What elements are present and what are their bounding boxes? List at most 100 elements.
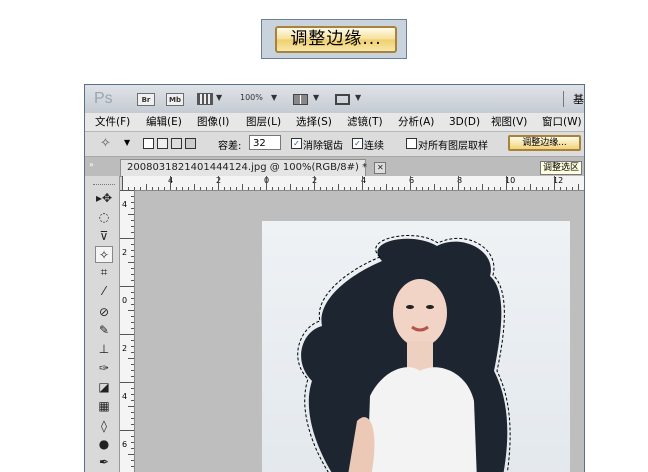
ruler-tick bbox=[254, 187, 255, 190]
magic-wand-preset-icon[interactable]: ✧ bbox=[100, 136, 111, 151]
chevron-down-icon[interactable]: ▼ bbox=[124, 138, 130, 147]
history-brush-tool-icon[interactable]: ✑ bbox=[95, 360, 113, 377]
workspace-label[interactable]: 基 bbox=[573, 91, 584, 107]
extras-icon[interactable] bbox=[197, 93, 213, 105]
pen-tool-icon[interactable]: ✒ bbox=[95, 454, 113, 471]
chevron-down-icon[interactable]: ▼ bbox=[271, 93, 277, 102]
screen-mode-icon[interactable] bbox=[335, 94, 350, 105]
menu-select[interactable]: 选择(S) bbox=[296, 113, 332, 131]
ruler-tick bbox=[164, 187, 165, 190]
canvas-area[interactable] bbox=[135, 191, 584, 472]
toolbox-grip bbox=[93, 184, 115, 187]
ruler-tick bbox=[224, 187, 225, 190]
ruler-tick bbox=[458, 176, 459, 190]
ruler-tick bbox=[131, 448, 134, 449]
panel-collapse-icon[interactable]: » bbox=[89, 160, 94, 169]
marquee-tool-icon[interactable]: ◌ bbox=[95, 209, 113, 226]
ruler-label: 4 bbox=[122, 392, 128, 401]
magic-wand-tool-icon[interactable]: ✧ bbox=[95, 246, 113, 263]
ruler-tick bbox=[128, 310, 134, 311]
gradient-tool-icon[interactable]: ▦ bbox=[95, 398, 113, 415]
ruler-tick bbox=[131, 274, 134, 275]
eraser-tool-icon[interactable]: ◪ bbox=[95, 379, 113, 396]
ps-logo: Ps bbox=[94, 90, 113, 107]
menu-layer[interactable]: 图层(L) bbox=[246, 113, 281, 131]
tolerance-label: 容差: bbox=[218, 141, 242, 152]
ruler-tick bbox=[131, 244, 134, 245]
ruler-tick bbox=[344, 187, 345, 190]
brush-tool-icon[interactable]: ✎ bbox=[95, 322, 113, 339]
arrange-documents-icon[interactable] bbox=[293, 94, 308, 105]
chevron-down-icon[interactable]: ▼ bbox=[313, 93, 319, 102]
healing-brush-tool-icon[interactable]: ⊘ bbox=[95, 304, 113, 321]
add-selection-icon[interactable] bbox=[157, 138, 168, 149]
ruler-tick bbox=[128, 214, 134, 215]
refine-edge-button-zoomed[interactable]: 调整边缘... bbox=[275, 26, 397, 53]
ruler-tick bbox=[440, 187, 441, 190]
application-bar: Ps Br Mb ▼ 100% ▼ ▼ ▼ 基 bbox=[85, 85, 584, 113]
contiguous-label: 连续 bbox=[364, 141, 384, 152]
lasso-tool-icon[interactable]: ⊽ bbox=[95, 228, 113, 245]
ruler-tick bbox=[404, 187, 405, 190]
chevron-down-icon[interactable]: ▼ bbox=[355, 93, 361, 102]
menu-3d[interactable]: 3D(D) bbox=[449, 113, 480, 131]
menu-window[interactable]: 窗口(W) bbox=[542, 113, 582, 131]
ruler-tick bbox=[416, 187, 417, 190]
menu-image[interactable]: 图像(I) bbox=[197, 113, 229, 131]
ruler-tick bbox=[131, 466, 134, 467]
menu-analysis[interactable]: 分析(A) bbox=[398, 113, 434, 131]
anti-alias-checkbox[interactable]: ✓ bbox=[291, 138, 302, 149]
chevron-down-icon[interactable]: ▼ bbox=[216, 93, 222, 102]
ruler-tick bbox=[176, 187, 177, 190]
tolerance-input[interactable]: 32 bbox=[249, 135, 281, 150]
vertical-ruler: 4 2 0 2 4 6 bbox=[120, 190, 135, 472]
options-bar: ✧ ▼ 容差: 32 ✓ 消除锯齿 ✓ 连续 对所有图层取样 调整边缘... bbox=[85, 132, 584, 157]
ruler-tick bbox=[120, 334, 134, 335]
intersect-selection-icon[interactable] bbox=[185, 138, 196, 149]
ruler-tick bbox=[266, 176, 267, 190]
ruler-tick bbox=[128, 358, 134, 359]
blur-tool-icon[interactable]: ◊ bbox=[95, 418, 113, 435]
new-selection-icon[interactable] bbox=[143, 138, 154, 149]
ruler-tick bbox=[194, 184, 195, 190]
eyedropper-tool-icon[interactable]: ⁄ bbox=[95, 283, 113, 300]
crop-tool-icon[interactable]: ⌗ bbox=[95, 264, 113, 281]
ruler-tick bbox=[182, 187, 183, 190]
move-tool-icon[interactable]: ▸✥ bbox=[95, 190, 113, 207]
ruler-tick bbox=[120, 286, 134, 287]
zoom-level[interactable]: 100% bbox=[240, 93, 263, 102]
ruler-tick bbox=[446, 187, 447, 190]
ruler-tick bbox=[120, 238, 134, 239]
menu-edit[interactable]: 编辑(E) bbox=[146, 113, 182, 131]
tools-panel: ▸✥ ◌ ⊽ ✧ ⌗ ⁄ ⊘ ✎ ⊥ ✑ ◪ ▦ ◊ ● ✒ bbox=[85, 176, 120, 472]
ruler-tick bbox=[131, 316, 134, 317]
bridge-button[interactable]: Br bbox=[137, 93, 155, 106]
document-canvas[interactable] bbox=[262, 221, 570, 472]
refine-edge-tooltip: 调整选区 bbox=[540, 161, 583, 175]
menu-filter[interactable]: 滤镜(T) bbox=[347, 113, 383, 131]
menu-view[interactable]: 视图(V) bbox=[491, 113, 527, 131]
ruler-tick bbox=[128, 262, 134, 263]
ruler-tick bbox=[131, 292, 134, 293]
contiguous-checkbox[interactable]: ✓ bbox=[352, 138, 363, 149]
close-tab-icon[interactable]: ✕ bbox=[374, 162, 387, 174]
dodge-tool-icon[interactable]: ● bbox=[95, 436, 113, 453]
photoshop-window: Ps Br Mb ▼ 100% ▼ ▼ ▼ 基 文件(F) 编辑(E) 图像(I… bbox=[84, 84, 585, 472]
ruler-tick bbox=[131, 442, 134, 443]
ruler-tick bbox=[131, 394, 134, 395]
ruler-tick bbox=[278, 187, 279, 190]
ruler-tick bbox=[188, 187, 189, 190]
document-tab-bar: » 2008031821401444124.jpg @ 100%(RGB/8#)… bbox=[85, 157, 584, 177]
ruler-tick bbox=[212, 187, 213, 190]
ruler-tick bbox=[410, 176, 411, 190]
document-tab[interactable]: 2008031821401444124.jpg @ 100%(RGB/8#) *… bbox=[120, 159, 387, 176]
subtract-selection-icon[interactable] bbox=[171, 138, 182, 149]
mini-bridge-button[interactable]: Mb bbox=[166, 93, 184, 106]
menu-file[interactable]: 文件(F) bbox=[95, 113, 130, 131]
refine-edge-button[interactable]: 调整边缘... bbox=[508, 135, 581, 151]
ruler-tick bbox=[320, 187, 321, 190]
clone-stamp-tool-icon[interactable]: ⊥ bbox=[95, 341, 113, 358]
ruler-tick bbox=[434, 184, 435, 190]
ruler-tick bbox=[131, 256, 134, 257]
sample-all-layers-checkbox[interactable] bbox=[406, 138, 417, 149]
